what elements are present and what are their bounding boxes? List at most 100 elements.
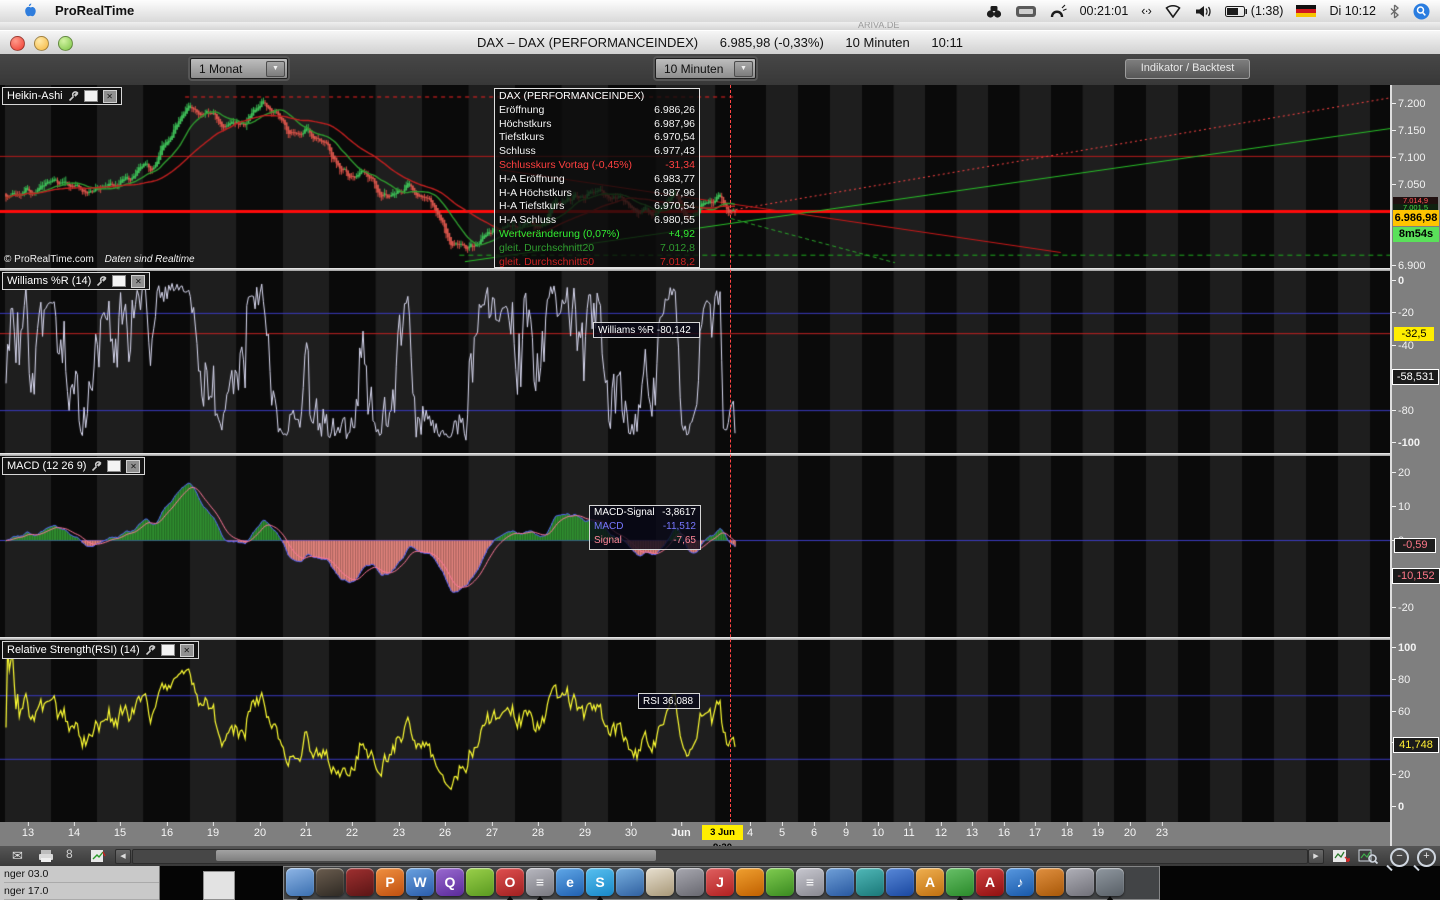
dock-icon-23[interactable]: [946, 868, 974, 896]
window-title-bar[interactable]: DAX – DAX (PERFORMANCEINDEX) 6.985,98 (-…: [0, 30, 1440, 56]
dock-icon-25[interactable]: ♪: [1006, 868, 1034, 896]
dock-icon-18[interactable]: ≡: [796, 868, 824, 896]
dock-icon-27[interactable]: [1066, 868, 1094, 896]
scroll-right-button[interactable]: ▶: [1308, 849, 1324, 864]
timeframe-dropdown[interactable]: 10 Minuten ▼: [655, 58, 756, 79]
wrench-icon[interactable]: [68, 91, 79, 102]
cursor-data-box: DAX (PERFORMANCEINDEX) Eröffnung6.986,26…: [494, 88, 700, 268]
williams-chart-canvas[interactable]: [0, 271, 1392, 453]
binoculars-icon[interactable]: [986, 5, 1002, 18]
dock-icon-15[interactable]: J: [706, 868, 734, 896]
battery-status[interactable]: (1:38): [1225, 4, 1284, 18]
dock-icon-20[interactable]: [856, 868, 884, 896]
dock-icon-3[interactable]: [346, 868, 374, 896]
german-flag-input-icon[interactable]: [1296, 5, 1316, 17]
macd-value-badge: -10,152: [1392, 568, 1440, 584]
dock-icon-11[interactable]: S: [586, 868, 614, 896]
airport-icon[interactable]: [1164, 4, 1182, 18]
window-bottom-toolbar: ✉ 8 ◀ ▶ − +: [0, 846, 1440, 866]
title-last-price: 6.985,98 (-0,33%): [720, 35, 824, 50]
phone-status-icon[interactable]: [1050, 4, 1067, 18]
dock-icon-5[interactable]: W: [406, 868, 434, 896]
menubar-timer[interactable]: 00:21:01: [1080, 4, 1129, 18]
y-axis-tick: 100: [1392, 642, 1416, 654]
macd-signal-badge: -0,59: [1394, 538, 1436, 553]
x-axis-label: 16: [161, 827, 173, 839]
panel-separator[interactable]: [0, 637, 1392, 640]
dock-icon-4[interactable]: P: [376, 868, 404, 896]
wrench-icon[interactable]: [91, 461, 102, 472]
dock-icon-1[interactable]: [286, 868, 314, 896]
close-indicator-icon[interactable]: ✕: [180, 644, 194, 657]
save-indicator-icon[interactable]: [107, 460, 121, 472]
dock-icon-28[interactable]: [1096, 868, 1124, 896]
wrench-icon[interactable]: [96, 276, 107, 287]
dock-icon-2[interactable]: [316, 868, 344, 896]
bluetooth-icon[interactable]: [1389, 4, 1400, 19]
y-axis-tick: -40: [1392, 340, 1414, 352]
rsi-tooltip: RSI 36,088: [638, 693, 700, 709]
dock-icon-17[interactable]: [766, 868, 794, 896]
x-axis-label: 12: [935, 827, 947, 839]
dock-icon-glyph: J: [716, 874, 724, 890]
print-icon[interactable]: [36, 849, 56, 863]
save-indicator-icon[interactable]: [84, 90, 98, 102]
dock-icon-8[interactable]: O: [496, 868, 524, 896]
chart-scrollbar[interactable]: [132, 849, 1308, 864]
close-indicator-icon[interactable]: ✕: [103, 90, 117, 103]
zoom-chart-selection-icon[interactable]: [1358, 848, 1378, 864]
cursor-time-badge: 3 Jun 9:20: [702, 825, 743, 840]
dock-icon-16[interactable]: [736, 868, 764, 896]
menubar-app-name[interactable]: ProRealTime: [55, 3, 134, 18]
dock-icon-24[interactable]: A: [976, 868, 1004, 896]
dock-icon-12[interactable]: [616, 868, 644, 896]
panel-separator[interactable]: [0, 453, 1392, 456]
dock-icon-glyph: P: [385, 874, 394, 890]
chevron-down-icon[interactable]: ▼: [734, 61, 753, 77]
indicator-backtest-button[interactable]: Indikator / Backtest: [1125, 59, 1250, 79]
dock-icon-6[interactable]: Q: [436, 868, 464, 896]
dock-icon-7[interactable]: [466, 868, 494, 896]
rsi-chart-canvas[interactable]: [0, 640, 1392, 822]
close-indicator-icon[interactable]: ✕: [131, 275, 145, 288]
export-data-icon[interactable]: [90, 849, 106, 863]
mail-chart-icon[interactable]: ✉: [12, 848, 23, 864]
link-charts-icon[interactable]: 8: [66, 847, 73, 861]
dock-icon-22[interactable]: A: [916, 868, 944, 896]
dock-icon-21[interactable]: [886, 868, 914, 896]
chevron-down-icon[interactable]: ▼: [266, 61, 285, 77]
apple-menu-icon[interactable]: [22, 3, 36, 19]
range-dropdown[interactable]: 1 Monat ▼: [190, 58, 288, 79]
volume-icon[interactable]: [1195, 5, 1212, 18]
close-indicator-icon[interactable]: ✕: [126, 460, 140, 473]
title-instrument: DAX – DAX (PERFORMANCEINDEX): [477, 35, 698, 50]
menubar-clock[interactable]: Di 10:12: [1329, 4, 1376, 18]
dock-icon-14[interactable]: [676, 868, 704, 896]
chart-toolbar: 1 Monat ▼ 10 Minuten ▼ Indikator / Backt…: [0, 54, 1440, 85]
x-axis-label: Jun: [671, 827, 691, 839]
time-axis[interactable]: 1314151619202122232627282930Jun456910111…: [0, 822, 1440, 846]
y-axis-tick: 7.100: [1392, 152, 1426, 164]
scrollbar-thumb[interactable]: [216, 850, 656, 861]
dock: PWQO≡eSJ≡AA♪: [283, 866, 1160, 900]
x-axis-label: 20: [1124, 827, 1136, 839]
spotlight-icon[interactable]: [1413, 3, 1430, 20]
background-window-fragment: [203, 871, 235, 900]
scroll-left-button[interactable]: ◀: [115, 849, 131, 864]
dock-icon-19[interactable]: [826, 868, 854, 896]
dock-icon-13[interactable]: [646, 868, 674, 896]
sync-status-icon[interactable]: ‹·›: [1141, 4, 1151, 18]
dock-icon-26[interactable]: [1036, 868, 1064, 896]
dock-icon-glyph: ♪: [1017, 874, 1024, 890]
save-indicator-icon[interactable]: [161, 644, 175, 656]
zoom-out-icon[interactable]: −: [1390, 848, 1409, 867]
keyboard-viewer-icon[interactable]: [1015, 5, 1037, 18]
price-axis-column[interactable]: 7.014,9 7.001,5 6.986,98 8m54s -32,5 -58…: [1392, 85, 1440, 846]
dock-icon-9[interactable]: ≡: [526, 868, 554, 896]
wrench-icon[interactable]: [145, 645, 156, 656]
zoom-in-icon[interactable]: +: [1417, 848, 1436, 867]
dock-icon-10[interactable]: e: [556, 868, 584, 896]
snapshot-chart-icon[interactable]: [1332, 849, 1350, 863]
save-indicator-icon[interactable]: [112, 275, 126, 287]
panel-separator[interactable]: [0, 268, 1392, 271]
